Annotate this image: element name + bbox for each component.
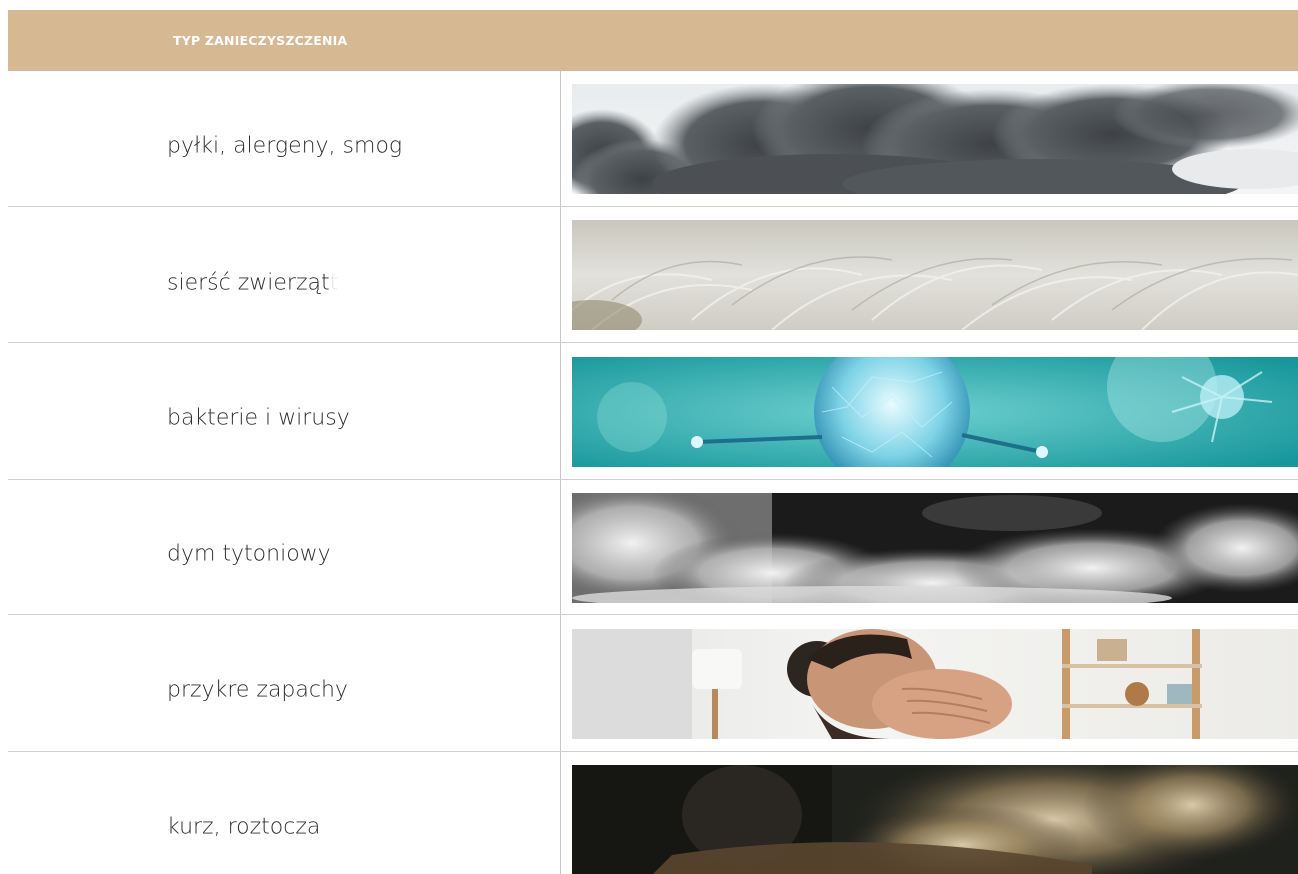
tobacco-smoke-image <box>572 493 1298 603</box>
table-header: TYP ZANIECZYSZCZENIA <box>8 10 1298 71</box>
row-label-pollen: pyłki, alergeny, smog <box>167 133 403 159</box>
row-divider <box>8 206 1298 207</box>
row-divider <box>8 751 1298 752</box>
row-label-dust: kurz, roztocza <box>167 814 321 840</box>
row-label-bacteria: bakterie i wirusy <box>167 405 350 431</box>
smog-cloud-image <box>572 84 1298 194</box>
man-covering-nose-image <box>572 629 1298 739</box>
row-divider <box>8 342 1298 343</box>
dust-cloud-image <box>572 765 1298 874</box>
row-label-smoke: dym tytoniowy <box>167 541 331 567</box>
row-label-odors: przykre zapachy <box>167 677 348 703</box>
virus-particle-image <box>572 357 1298 467</box>
pollution-table: TYP ZANIECZYSZCZENIA pyłki, alergeny, sm… <box>0 0 1298 874</box>
column-divider <box>560 71 561 874</box>
row-divider <box>8 614 1298 615</box>
header-title: TYP ZANIECZYSZCZENIA <box>173 33 348 48</box>
row-label-fur: sierść zwierzątt <box>167 270 339 296</box>
animal-fur-image <box>572 220 1298 330</box>
row-divider <box>8 479 1298 480</box>
